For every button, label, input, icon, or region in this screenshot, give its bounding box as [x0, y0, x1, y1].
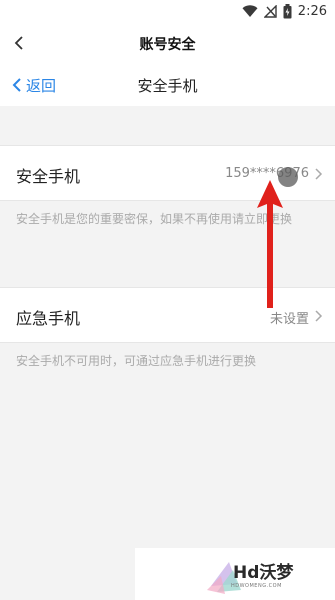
chevron-right-icon — [315, 168, 323, 180]
emergency-phone-hint: 安全手机不可用时，可通过应急手机进行更换 — [16, 354, 257, 368]
security-phone-label: 安全手机 — [16, 167, 81, 186]
battery-icon — [283, 3, 292, 18]
page-title: 安全手机 — [137, 77, 198, 95]
watermark-text: Hd沃梦 — [233, 563, 294, 583]
emergency-phone-value: 未设置 — [269, 312, 309, 327]
wifi-icon — [242, 4, 258, 17]
status-icons: 2:26 — [242, 3, 327, 19]
outer-header: 账号安全 — [0, 22, 335, 64]
inner-header: 返回 安全手机 — [0, 64, 335, 106]
chevron-right-icon — [315, 310, 323, 322]
emergency-phone-row[interactable]: 应急手机 未设置 — [0, 287, 335, 343]
emergency-phone-label: 应急手机 — [16, 309, 81, 328]
status-bar: 2:26 — [0, 0, 335, 22]
watermark: Hd沃梦 HDWOMENG.COM — [135, 548, 335, 600]
outer-page-title: 账号安全 — [139, 37, 196, 53]
signal-muted-icon — [263, 4, 277, 18]
status-time: 2:26 — [297, 3, 327, 19]
watermark-subtext: HDWOMENG.COM — [231, 583, 282, 589]
annotation-arrow-icon — [257, 180, 283, 308]
